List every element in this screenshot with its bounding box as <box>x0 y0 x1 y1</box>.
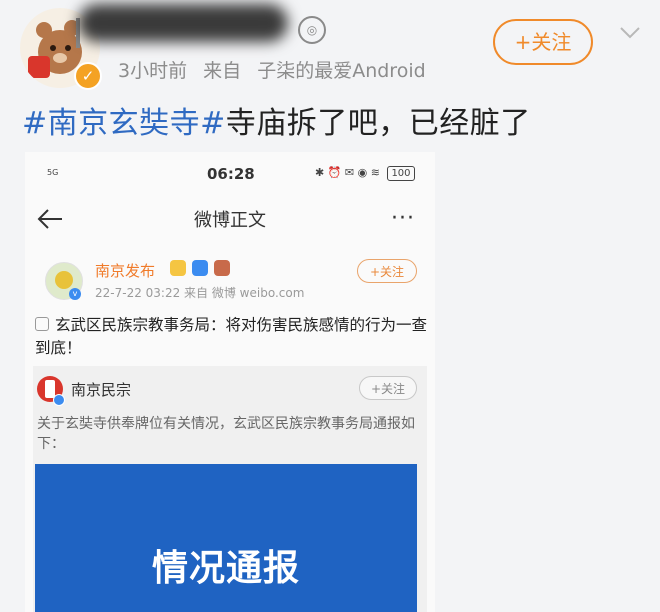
repost-text: 关于玄奘寺供奉牌位有关情况，玄武区民族宗教事务局通报如下： <box>37 416 415 452</box>
status-bar: 5G 06:28 ✱ ⏰ ✉ ◉ ≋ 100 <box>25 164 435 184</box>
signal-icon: 5G <box>47 168 59 177</box>
author-badges <box>170 260 232 276</box>
status-icon-group: ✱ ⏰ ✉ ◉ ≋ <box>315 166 380 179</box>
post-meta: 3小时前 来自 子柒的最爱Android <box>118 56 436 83</box>
repost-follow-button[interactable]: +关注 <box>359 376 417 400</box>
follow-button[interactable]: +关注 <box>493 19 593 65</box>
notice-image[interactable]: 情况通报 <box>35 464 417 612</box>
crown-icon <box>170 260 186 276</box>
post-time: 3小时前 <box>118 60 188 82</box>
username-blurred[interactable] <box>78 4 288 42</box>
inner-post-text: 玄武区民族宗教事务局：将对伤害民族感情的行为一查到底！ <box>35 314 427 360</box>
notice-title: 情况通报 <box>151 548 300 589</box>
inner-author-name[interactable]: 南京发布 <box>95 260 155 281</box>
status-time: 06:28 <box>207 165 255 183</box>
post-text: #南京玄奘寺#寺庙拆了吧，已经脏了 <box>22 98 531 142</box>
repost-author-name[interactable]: 南京民宗 <box>71 379 131 400</box>
repost-card[interactable]: 南京民宗 +关注 关于玄奘寺供奉牌位有关情况，玄武区民族宗教事务局通报如下： 情… <box>33 366 427 612</box>
status-icons: ✱ ⏰ ✉ ◉ ≋ 100 <box>315 166 415 181</box>
chevron-down-icon[interactable] <box>618 20 642 44</box>
inner-meta: 22-7-22 03:22 来自 微博 weibo.com <box>95 286 305 300</box>
bulletin-icon <box>35 317 49 331</box>
source-prefix: 来自 <box>203 60 242 82</box>
post-body: 寺庙拆了吧，已经脏了 <box>225 106 531 141</box>
embedded-screenshot[interactable]: 5G 06:28 ✱ ⏰ ✉ ◉ ≋ 100 微博正文 ··· v 南京发布 2… <box>25 152 435 612</box>
v-badge-icon: ✓ <box>74 62 102 90</box>
shield-icon <box>213 260 230 276</box>
battery-icon: 100 <box>387 166 415 181</box>
inner-post-body: 玄武区民族宗教事务局：将对伤害民族感情的行为一查到底！ <box>35 316 428 357</box>
repost-verified-icon <box>53 394 65 406</box>
topic-link[interactable]: #南京玄奘寺# <box>22 106 226 141</box>
verified-icon: v <box>69 288 81 300</box>
member-medal-icon: ◎ <box>298 16 326 44</box>
more-icon[interactable]: ··· <box>391 206 415 231</box>
post-source: 子柒的最爱Android <box>257 60 426 82</box>
nav-title: 微博正文 <box>194 210 266 231</box>
camera-icon <box>191 260 208 276</box>
inner-follow-button[interactable]: +关注 <box>357 259 417 283</box>
